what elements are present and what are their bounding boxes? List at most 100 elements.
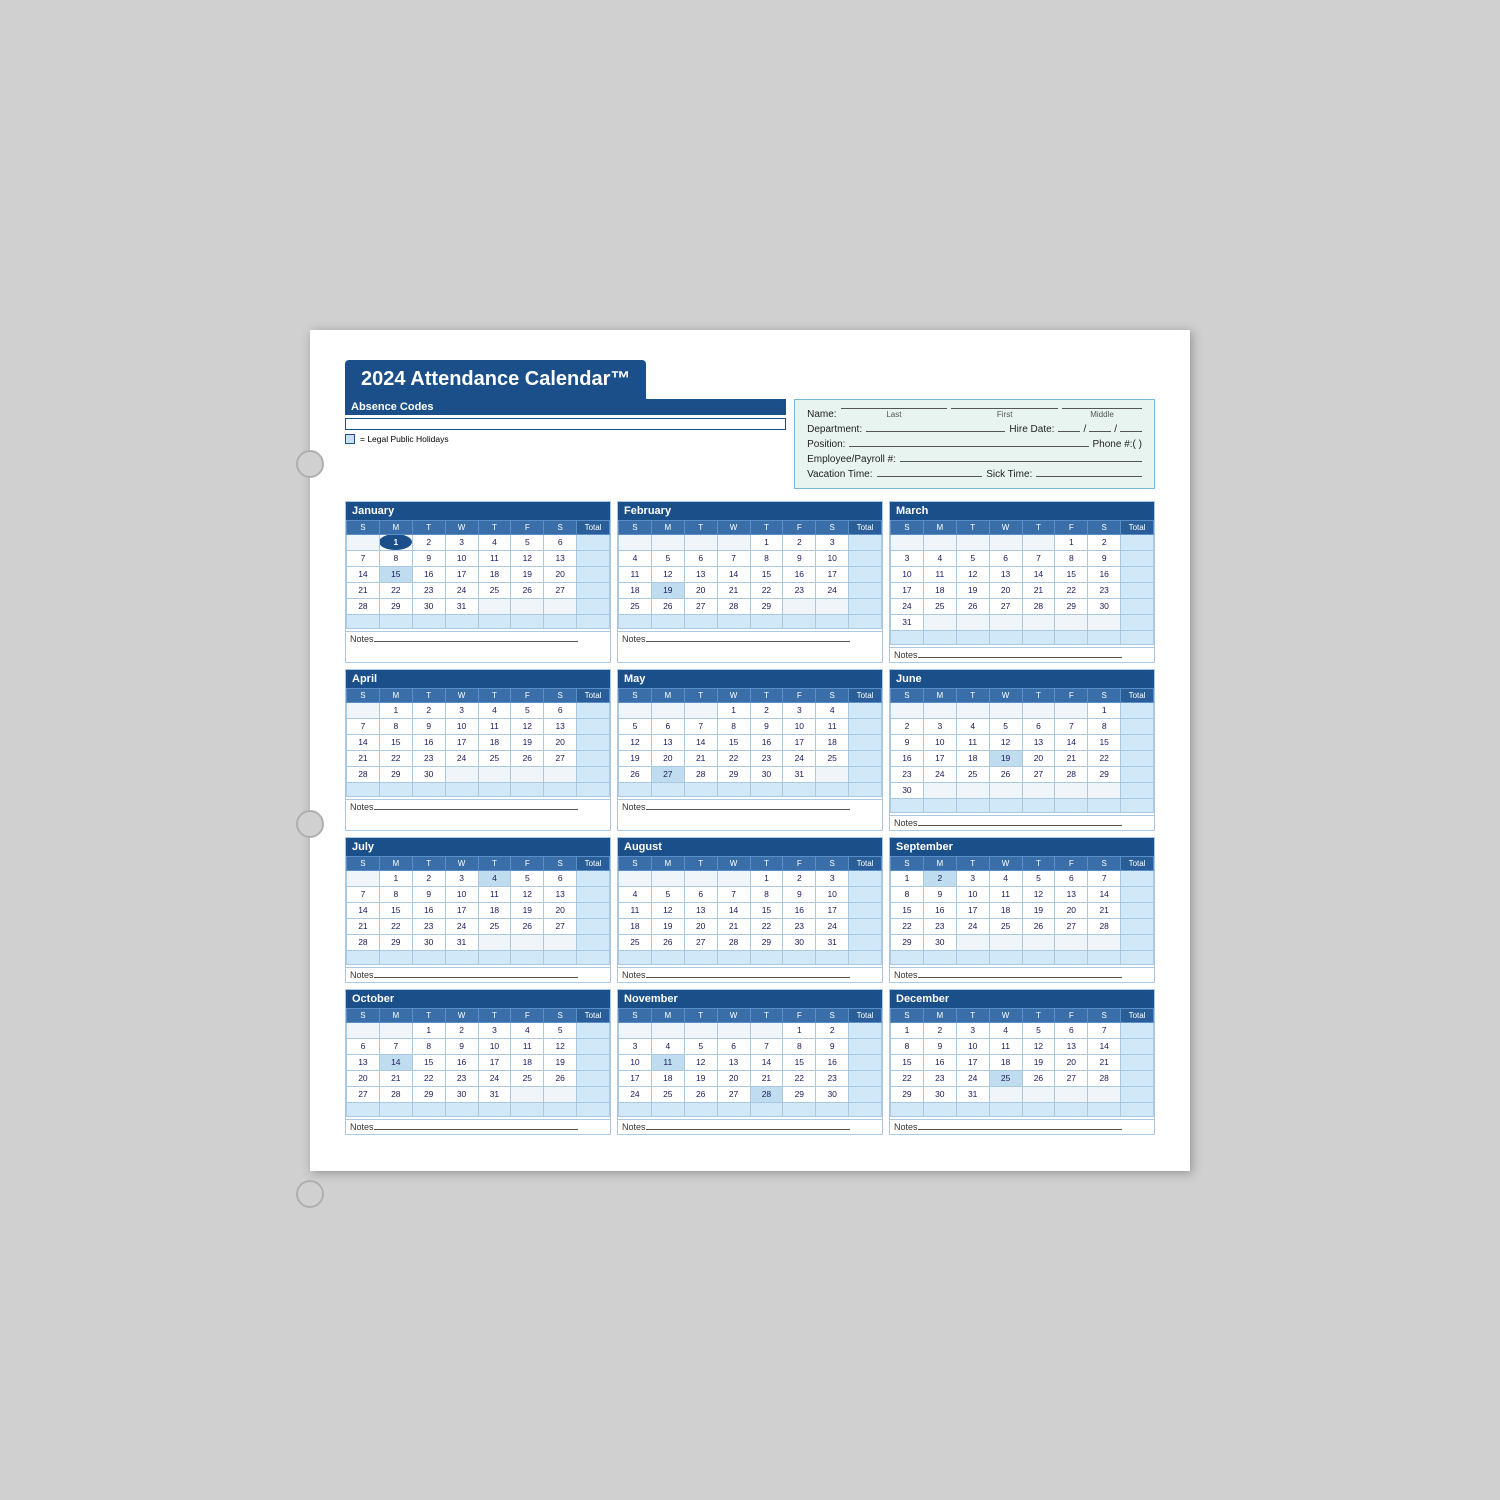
calendar-day[interactable]: 6 [717,1038,750,1054]
calendar-day[interactable]: 22 [891,1070,924,1086]
calendar-day[interactable]: 9 [783,550,816,566]
calendar-day[interactable]: 17 [445,734,478,750]
calendar-day[interactable]: 22 [1055,582,1088,598]
calendar-day[interactable]: 12 [1022,1038,1055,1054]
calendar-day[interactable]: 25 [478,918,511,934]
calendar-day[interactable]: 6 [544,702,577,718]
calendar-day[interactable]: 20 [544,734,577,750]
calendar-day[interactable]: 9 [923,1038,956,1054]
calendar-day[interactable]: 27 [1055,1070,1088,1086]
calendar-day[interactable]: 13 [717,1054,750,1070]
calendar-day[interactable]: 12 [651,902,684,918]
calendar-day[interactable]: 14 [347,902,380,918]
calendar-day[interactable] [684,702,717,718]
calendar-day[interactable] [379,1022,412,1038]
calendar-day[interactable]: 11 [651,1054,684,1070]
calendar-day[interactable]: 31 [445,934,478,950]
calendar-day[interactable]: 20 [347,1070,380,1086]
calendar-day[interactable]: 8 [379,718,412,734]
calendar-day[interactable] [923,782,956,798]
calendar-day[interactable]: 11 [989,886,1022,902]
calendar-day[interactable]: 24 [445,918,478,934]
calendar-day[interactable]: 4 [619,886,652,902]
calendar-day[interactable]: 15 [891,902,924,918]
calendar-day[interactable]: 12 [544,1038,577,1054]
calendar-day[interactable] [989,934,1022,950]
calendar-day[interactable]: 28 [1055,766,1088,782]
calendar-day[interactable]: 2 [412,702,445,718]
calendar-day[interactable]: 22 [412,1070,445,1086]
calendar-day[interactable]: 13 [1055,886,1088,902]
calendar-day[interactable]: 19 [511,902,544,918]
calendar-day[interactable]: 22 [379,582,412,598]
calendar-day[interactable] [544,598,577,614]
calendar-day[interactable]: 2 [1088,534,1121,550]
calendar-day[interactable]: 24 [783,750,816,766]
calendar-day[interactable]: 10 [445,550,478,566]
calendar-day[interactable] [989,702,1022,718]
calendar-day[interactable]: 19 [619,750,652,766]
calendar-day[interactable]: 9 [816,1038,849,1054]
calendar-day[interactable]: 9 [412,550,445,566]
calendar-day[interactable]: 5 [651,550,684,566]
calendar-day[interactable]: 26 [956,598,989,614]
calendar-day[interactable]: 1 [412,1022,445,1038]
calendar-day[interactable] [1055,702,1088,718]
calendar-day[interactable]: 22 [891,918,924,934]
calendar-day[interactable]: 19 [956,582,989,598]
calendar-day[interactable]: 7 [347,718,380,734]
calendar-day[interactable]: 26 [1022,918,1055,934]
calendar-day[interactable] [478,598,511,614]
calendar-day[interactable]: 11 [923,566,956,582]
calendar-day[interactable]: 6 [651,718,684,734]
calendar-day[interactable]: 5 [1022,1022,1055,1038]
calendar-day[interactable] [1055,614,1088,630]
calendar-day[interactable]: 1 [379,534,412,550]
calendar-day[interactable]: 23 [783,582,816,598]
calendar-day[interactable]: 5 [619,718,652,734]
calendar-day[interactable]: 29 [783,1086,816,1102]
calendar-day[interactable]: 24 [478,1070,511,1086]
calendar-day[interactable]: 31 [478,1086,511,1102]
calendar-day[interactable]: 7 [347,550,380,566]
calendar-day[interactable]: 25 [956,766,989,782]
calendar-day[interactable]: 14 [750,1054,783,1070]
calendar-day[interactable]: 26 [651,934,684,950]
calendar-day[interactable]: 30 [923,1086,956,1102]
calendar-day[interactable]: 16 [412,566,445,582]
calendar-day[interactable] [923,614,956,630]
calendar-day[interactable]: 30 [445,1086,478,1102]
calendar-day[interactable] [1022,614,1055,630]
calendar-day[interactable] [989,534,1022,550]
calendar-day[interactable]: 6 [684,550,717,566]
calendar-day[interactable]: 1 [1088,702,1121,718]
calendar-day[interactable]: 10 [619,1054,652,1070]
calendar-day[interactable]: 10 [445,886,478,902]
calendar-day[interactable]: 13 [684,566,717,582]
calendar-day[interactable]: 28 [717,934,750,950]
calendar-day[interactable]: 23 [783,918,816,934]
calendar-day[interactable]: 31 [891,614,924,630]
calendar-day[interactable]: 1 [891,1022,924,1038]
calendar-day[interactable]: 8 [379,886,412,902]
calendar-day[interactable] [989,782,1022,798]
calendar-day[interactable]: 9 [445,1038,478,1054]
calendar-day[interactable]: 18 [816,734,849,750]
calendar-day[interactable]: 29 [717,766,750,782]
calendar-day[interactable]: 27 [347,1086,380,1102]
calendar-day[interactable]: 12 [619,734,652,750]
calendar-day[interactable]: 26 [684,1086,717,1102]
calendar-day[interactable]: 21 [1022,582,1055,598]
calendar-day[interactable]: 19 [1022,1054,1055,1070]
calendar-day[interactable]: 12 [651,566,684,582]
calendar-day[interactable]: 21 [750,1070,783,1086]
calendar-day[interactable] [347,702,380,718]
calendar-day[interactable]: 1 [1055,534,1088,550]
calendar-day[interactable]: 15 [783,1054,816,1070]
calendar-day[interactable]: 25 [651,1086,684,1102]
calendar-day[interactable]: 17 [956,902,989,918]
calendar-day[interactable]: 8 [379,550,412,566]
calendar-day[interactable]: 24 [445,582,478,598]
calendar-day[interactable] [923,534,956,550]
calendar-day[interactable]: 4 [923,550,956,566]
